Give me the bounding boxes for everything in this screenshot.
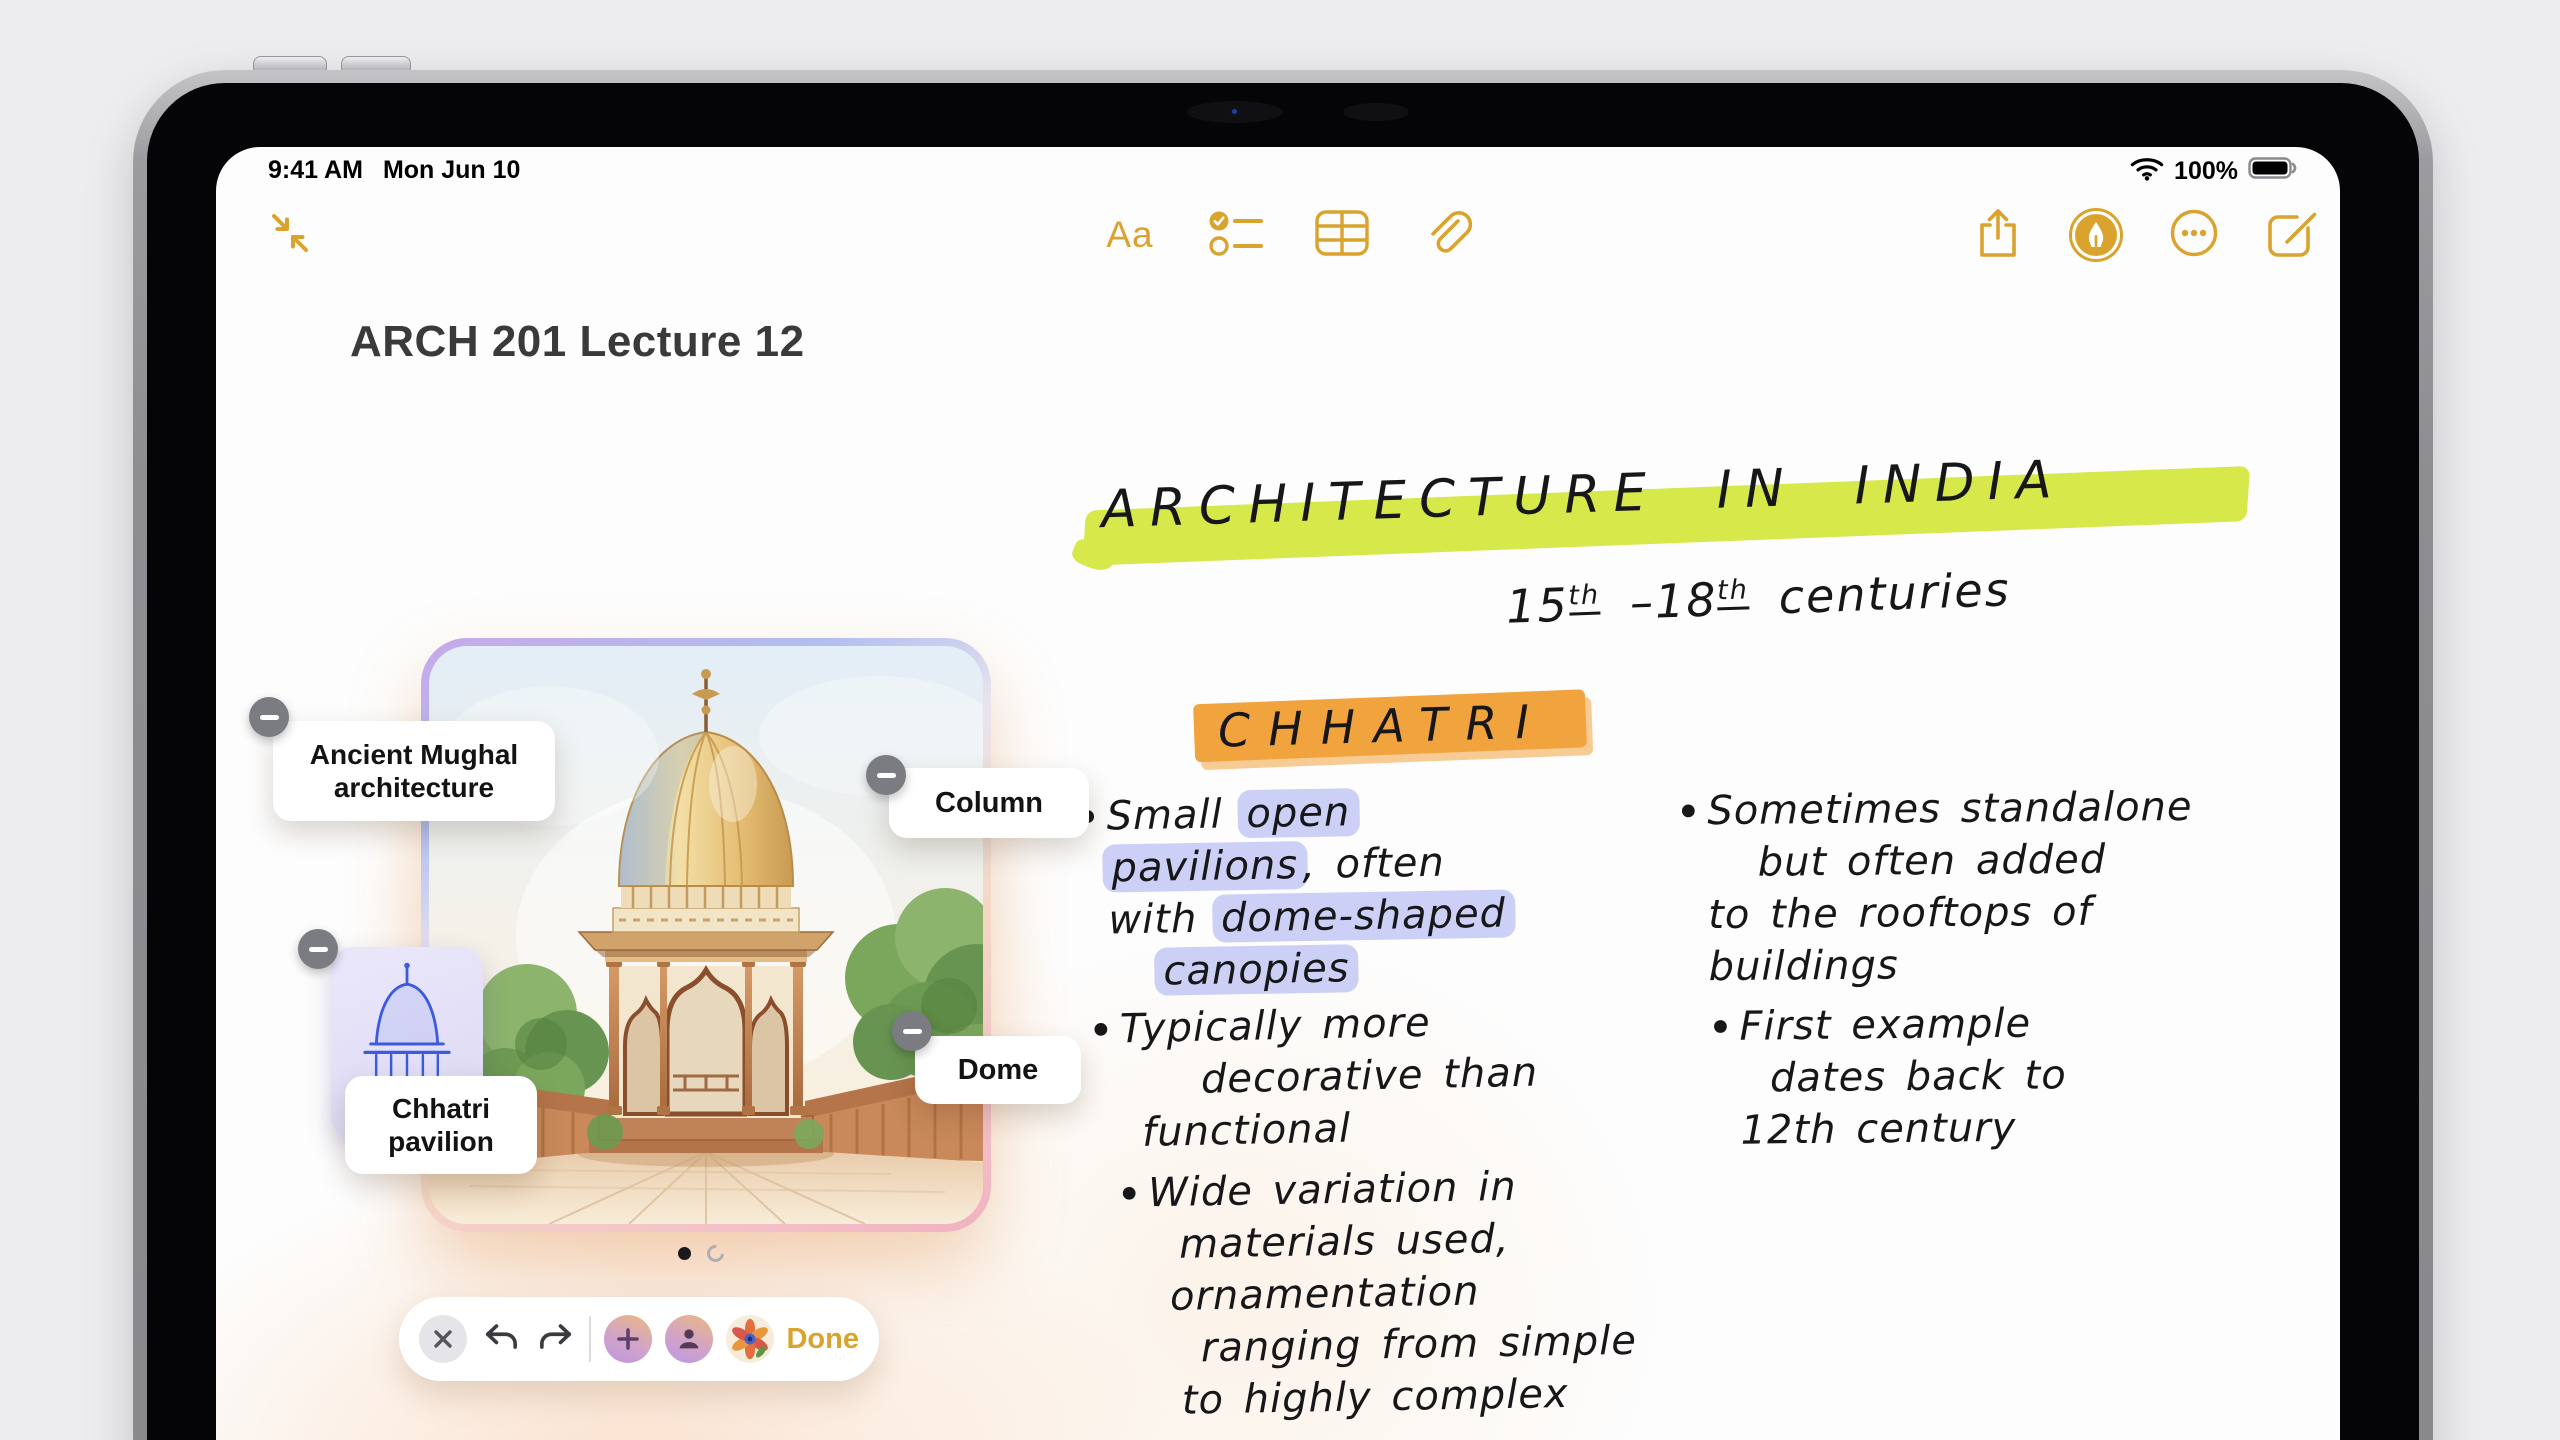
handwritten-subheading: 15th –18th centuries [1505, 562, 2012, 634]
wifi-icon [2130, 155, 2164, 188]
notes-app-screen: 9:41 AM Mon Jun 10 100% Aa ARCH 201 Lect… [216, 147, 2340, 1440]
action-toolbar [1970, 207, 2320, 263]
markup-button[interactable] [2068, 207, 2124, 263]
remove-tag-column-button[interactable] [866, 755, 906, 795]
handwritten-bullet-first-example: • First example dates back to 12th centu… [1707, 1000, 2067, 1154]
ellipsis-circle-icon [2168, 207, 2220, 264]
remove-sketch-button[interactable] [298, 929, 338, 969]
image-carousel-dots[interactable] [678, 1241, 728, 1266]
format-toolbar: Aa [1102, 207, 1476, 263]
camera-sensor [1343, 103, 1409, 121]
concept-tag-mughal[interactable]: Ancient Mughal architecture [273, 721, 555, 821]
tag-label: Column [935, 786, 1043, 819]
add-concept-button[interactable] [604, 1315, 653, 1363]
handwritten-bullet-wide-variation: • Wide variation in materials used, orna… [1115, 1163, 1638, 1424]
share-icon [1975, 206, 2021, 265]
front-camera-icon [1228, 105, 1241, 118]
plus-icon [617, 1328, 639, 1350]
device-frame: 9:41 AM Mon Jun 10 100% Aa ARCH 201 Lect… [133, 70, 2433, 1440]
status-bar-left: 9:41 AM Mon Jun 10 [268, 156, 520, 185]
checklist-button[interactable] [1208, 207, 1264, 263]
table-button[interactable] [1314, 207, 1370, 263]
text-format-button[interactable]: Aa [1102, 207, 1158, 263]
people-button[interactable] [664, 1315, 713, 1363]
status-bar-right: 100% [2130, 155, 2298, 188]
image-playground-toolbar: Done [399, 1297, 879, 1381]
loading-spinner-icon [703, 1241, 728, 1266]
remove-tag-mughal-button[interactable] [249, 697, 289, 737]
page-dot-active[interactable] [678, 1247, 691, 1260]
attachment-button[interactable] [1420, 207, 1476, 263]
table-icon [1315, 209, 1369, 261]
redo-button[interactable] [535, 1316, 577, 1363]
collapse-arrows-icon [267, 210, 313, 261]
status-time: 9:41 AM [268, 156, 363, 184]
redo-icon [539, 1323, 571, 1349]
handwritten-heading: ARCHITECTURE IN INDIA [1069, 450, 2251, 576]
tag-label: Ancient Mughal architecture [309, 739, 519, 803]
concept-tag-chhatri-pavilion[interactable]: Chhatri pavilion [345, 1076, 537, 1174]
tag-label: Chhatri pavilion [388, 1093, 494, 1157]
x-icon [434, 1330, 452, 1348]
device-bezel: 9:41 AM Mon Jun 10 100% Aa ARCH 201 Lect… [147, 83, 2419, 1440]
share-button[interactable] [1970, 207, 2026, 263]
handwritten-bullet-small-open-pavilions: • Small open pavilions, often with dome-… [1074, 784, 1516, 999]
handwritten-bullet-typically-decorative: • Typically more decorative than functio… [1087, 999, 1539, 1156]
image-playground-button[interactable] [725, 1315, 774, 1363]
paperclip-icon [1424, 208, 1473, 263]
battery-icon [2248, 156, 2298, 187]
checklist-icon [1208, 208, 1264, 263]
status-date: Mon Jun 10 [382, 156, 521, 184]
handwritten-bullet-sometimes-standalone: • Sometimes standalone but often added t… [1675, 783, 2193, 991]
square-pencil-icon [2265, 206, 2319, 265]
note-title[interactable]: ARCH 201 Lecture 12 [350, 317, 805, 367]
flower-icon [731, 1318, 768, 1360]
close-button[interactable] [419, 1315, 467, 1363]
done-button[interactable]: Done [786, 1323, 859, 1356]
toolbar-divider [589, 1316, 592, 1362]
person-icon [679, 1329, 699, 1349]
handwritten-section-heading: CHHATRI [1193, 689, 1587, 763]
tag-label: Dome [957, 1053, 1039, 1086]
more-button[interactable] [2166, 207, 2222, 263]
aa-icon: Aa [1106, 214, 1154, 255]
minimize-note-button[interactable] [262, 207, 318, 263]
compose-button[interactable] [2264, 207, 2320, 263]
concept-tag-column[interactable]: Column [889, 768, 1089, 838]
undo-button[interactable] [480, 1316, 522, 1363]
markup-pencil-icon [2069, 208, 2123, 262]
concept-tag-dome[interactable]: Dome [915, 1036, 1081, 1104]
battery-percent: 100% [2174, 157, 2238, 185]
undo-icon [485, 1323, 517, 1349]
remove-tag-dome-button[interactable] [892, 1011, 932, 1051]
